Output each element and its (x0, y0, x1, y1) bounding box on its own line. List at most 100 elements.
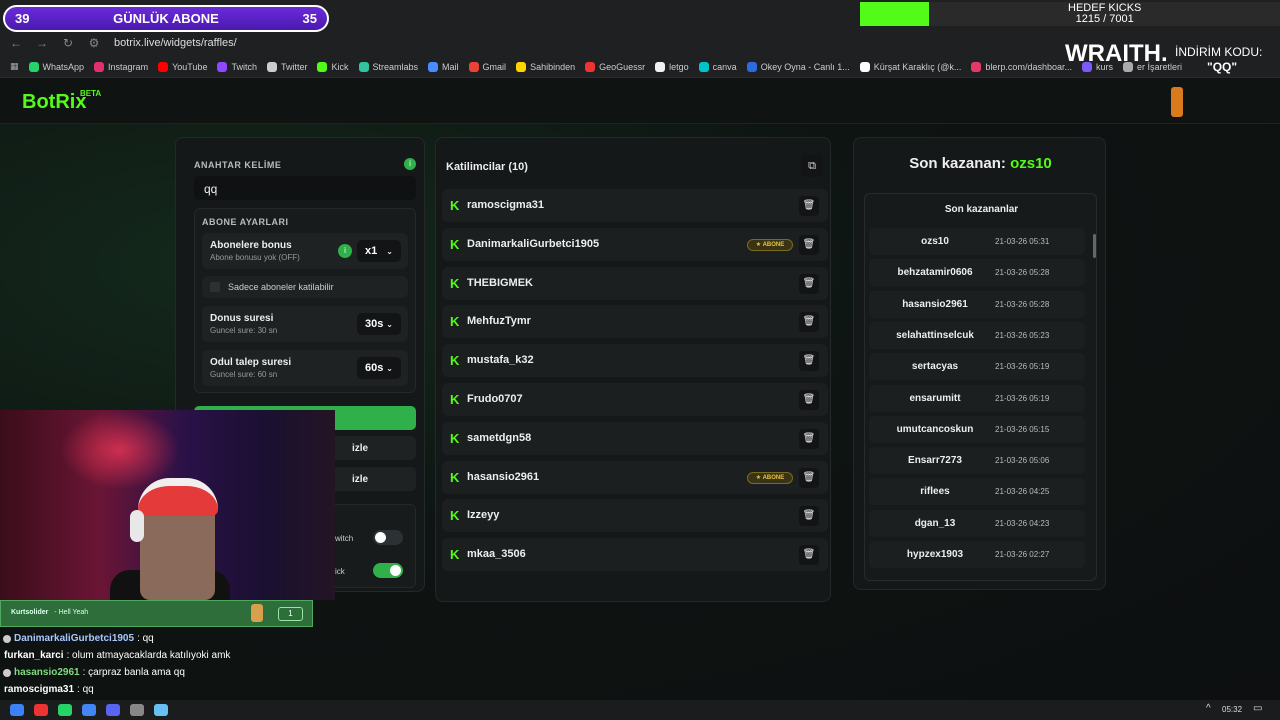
bookmark-item[interactable]: Twitch (217, 61, 257, 72)
winner-name: umutcancoskun (896, 423, 974, 435)
bookmark-item[interactable]: WhatsApp (28, 61, 84, 72)
delete-participant-button[interactable]: 🗑 (799, 234, 819, 255)
taskbar-app-icon[interactable] (58, 704, 72, 716)
sub-badge-label: ABONE (762, 474, 785, 481)
taskbar-app-icon[interactable] (10, 704, 24, 716)
bookmark-label: GeoGuessr (599, 61, 646, 72)
bookmark-item[interactable]: GeoGuessr (585, 61, 646, 72)
delete-participant-button[interactable]: 🗑 (799, 273, 819, 294)
winner-name: riflees (920, 486, 950, 498)
bookmark-item[interactable]: Kick (317, 61, 349, 72)
delete-participant-button[interactable]: 🗑 (799, 351, 819, 372)
copy-icon[interactable]: ⧉ (801, 155, 823, 177)
claim-time-title: Odul talep suresi (210, 357, 292, 368)
participant-name: hasansio2961 (467, 470, 540, 483)
winners-list-title: Son kazananlar (944, 204, 1019, 215)
participant-row: K Frudo0707 🗑 (442, 383, 828, 416)
winner-name: hasansio2961 (902, 298, 968, 310)
delete-participant-button[interactable]: 🗑 (799, 196, 819, 216)
twitch-label: witch (335, 534, 354, 543)
back-icon[interactable]: ← (6, 36, 26, 50)
winner-row: selahattinselcuk 21-03-26 05:23 (869, 321, 1085, 349)
sub-bonus-select[interactable]: x1 ⌄ (357, 240, 401, 262)
subs-only-checkbox[interactable] (210, 282, 220, 292)
winner-row: sertacyas 21-03-26 05:19 (869, 353, 1085, 381)
bookmark-item[interactable]: blerp.com/dashboar... (971, 61, 1072, 72)
kick-icon: K (450, 547, 460, 563)
follower-alert-count: 1 (278, 607, 303, 621)
twitch-toggle[interactable] (373, 530, 403, 545)
bookmark-item[interactable]: Gmail (468, 61, 506, 72)
chat-user[interactable]: furkan_karci (4, 650, 63, 661)
bookmark-item[interactable]: letgo (655, 61, 689, 72)
taskbar-app-icon[interactable] (154, 704, 168, 716)
chat-message: furkan_karci: olum atmayacaklarda katılı… (0, 647, 600, 664)
bookmark-item[interactable]: Streamlabs (358, 61, 418, 72)
participant-name: THEBIGMEK (467, 276, 533, 289)
participant-name: sametdgn58 (467, 431, 532, 444)
trash-icon: 🗑 (802, 238, 816, 250)
bookmark-item[interactable]: Kürşat Karaklıç (@k... (859, 61, 961, 72)
winners-scrollbar[interactable] (1093, 234, 1096, 258)
apps-icon[interactable]: ▦ (10, 61, 19, 72)
subs-only-row[interactable]: Sadece aboneler katilabilir (202, 276, 408, 298)
winner-name: Ensarr7273 (908, 455, 962, 467)
delete-participant-button[interactable]: 🗑 (799, 545, 819, 566)
screen: ← → ↻ ⚙ botrix.live/widgets/raffles/ ▦ W… (0, 0, 1280, 720)
claim-time-select[interactable]: 60s ⌄ (357, 357, 401, 379)
chat-user[interactable]: DanimarkaliGurbetci1905 (14, 633, 134, 644)
bookmark-item[interactable]: Okey Oyna - Canlı 1... (746, 61, 850, 72)
last-winner-heading: Son kazanan: ozs10 (854, 155, 1107, 172)
winner-row: hasansio2961 21-03-26 05:28 (869, 290, 1085, 318)
delete-participant-button[interactable]: 🗑 (799, 312, 819, 333)
chat-message: DanimarkaliGurbetci1905: qq (0, 630, 600, 647)
taskbar-app-icon[interactable] (34, 704, 48, 716)
taskbar-app-icon[interactable] (82, 704, 96, 716)
user-avatar[interactable] (1171, 87, 1183, 117)
bookmark-item[interactable]: Sahibinden (516, 61, 575, 72)
chat-user[interactable]: hasansio2961 (14, 667, 80, 678)
delete-participant-button[interactable]: 🗑 (799, 390, 819, 410)
taskbar-app-icon[interactable] (130, 704, 144, 716)
bookmark-item[interactable]: canva (698, 61, 737, 72)
site-info-icon[interactable]: ⚙ (84, 36, 104, 50)
participants-title: Katilimcilar (10) (446, 161, 528, 173)
sub-bonus-info-icon[interactable]: i (338, 244, 352, 258)
trash-icon: 🗑 (802, 355, 816, 367)
chat-user[interactable]: ramoscigma31 (4, 684, 74, 695)
bookmark-icon (358, 61, 369, 72)
kick-icon: K (450, 469, 460, 485)
delete-participant-button[interactable]: 🗑 (799, 506, 819, 527)
winner-date: 21-03-26 05:28 (995, 268, 1050, 278)
notification-icon[interactable]: ▭ (1253, 703, 1262, 714)
url-text[interactable]: botrix.live/widgets/raffles/ (114, 37, 237, 49)
info-icon[interactable]: i (404, 158, 416, 170)
duration-title: Donus suresi (210, 313, 274, 324)
bookmark-item[interactable]: Twitter (266, 61, 307, 72)
winner-date: 21-03-26 05:19 (995, 362, 1050, 372)
kicks-goal-value: 1215 / 7001 (1075, 13, 1134, 25)
forward-icon[interactable]: → (32, 36, 52, 50)
botrix-logo[interactable]: BotRix (22, 91, 86, 114)
winner-name: ensarumitt (909, 392, 961, 404)
webcam-feed (0, 410, 335, 600)
duration-select[interactable]: 30s ⌄ (357, 313, 401, 335)
winner-date: 21-03-26 05:06 (995, 456, 1050, 466)
taskbar-app-icon[interactable] (106, 704, 120, 716)
tray-chevron-icon[interactable]: ^ (1206, 703, 1211, 714)
kick-toggle[interactable] (373, 563, 403, 578)
kicks-goal-text: HEDEF KICKS 1215 / 7001 (929, 2, 1280, 26)
winner-name: selahattinselcuk (896, 329, 974, 341)
winner-row: behzatamir0606 21-03-26 05:28 (869, 259, 1085, 287)
bookmark-item[interactable]: Mail (428, 61, 459, 72)
winner-row: Ensarr7273 21-03-26 05:06 (869, 447, 1085, 475)
bookmark-icon (859, 61, 870, 72)
participant-row: K THEBIGMEK 🗑 (442, 266, 828, 300)
keyword-input[interactable]: qq (194, 176, 416, 200)
delete-participant-button[interactable]: 🗑 (799, 467, 819, 488)
reload-icon[interactable]: ↻ (58, 36, 78, 50)
winner-name: sertacyas (911, 361, 959, 373)
bookmark-item[interactable]: Instagram (94, 61, 148, 72)
delete-participant-button[interactable]: 🗑 (799, 428, 819, 449)
bookmark-item[interactable]: YouTube (158, 61, 207, 72)
